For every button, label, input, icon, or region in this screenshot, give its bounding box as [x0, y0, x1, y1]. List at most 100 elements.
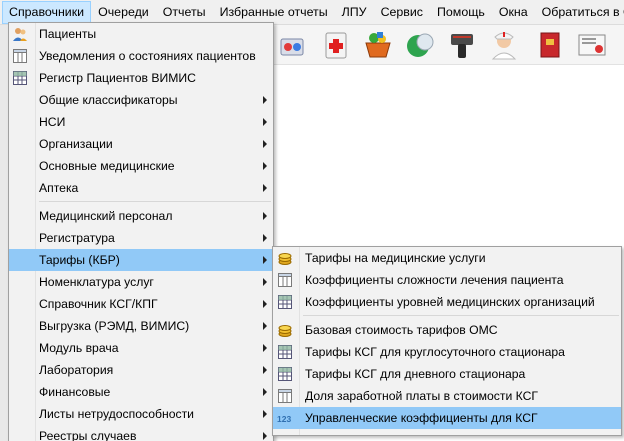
menu-item-label: Уведомления о состояниях пациентов — [39, 49, 256, 63]
submenu-arrow-icon — [263, 278, 267, 286]
tarify-submenu: Тарифы на медицинские услуги Коэффициент… — [272, 246, 622, 436]
menu-item-spravochnik-ksg[interactable]: Справочник КСГ/КПГ — [9, 293, 273, 315]
submenu-item-label: Тарифы на медицинские услуги — [305, 251, 486, 265]
submenu-item-label: Коэффициенты уровней медицинских организ… — [305, 295, 595, 309]
coins-icon — [278, 253, 292, 265]
menu-item-laboratoriya[interactable]: Лаборатория — [9, 359, 273, 381]
menu-item-patsienty[interactable]: Пациенты — [9, 23, 273, 45]
menu-obratitsya[interactable]: Обратиться в ОС — [535, 1, 624, 24]
menu-item-organizatsii[interactable]: Организации — [9, 133, 273, 155]
patients-icon — [13, 28, 27, 41]
menu-lpu[interactable]: ЛПУ — [335, 1, 374, 24]
red-book-icon[interactable] — [534, 29, 566, 61]
first-aid-icon[interactable] — [320, 29, 352, 61]
numbers-icon: 123 — [277, 414, 291, 424]
submenu-item-koeff-urovney[interactable]: Коэффициенты уровней медицинских организ… — [273, 291, 621, 313]
submenu-arrow-icon — [263, 344, 267, 352]
submenu-item-tarify-ksg-dnevnoy[interactable]: Тарифы КСГ для дневного стационара — [273, 363, 621, 385]
submenu-item-bazovaya-stoimost[interactable]: Базовая стоимость тарифов ОМС — [273, 319, 621, 341]
submenu-arrow-icon — [263, 140, 267, 148]
menu-item-label: Регистр Пациентов ВИМИС — [39, 71, 196, 85]
menu-item-label: Выгрузка (РЭМД, ВИМИС) — [39, 319, 190, 333]
menu-item-label: Аптека — [39, 181, 79, 195]
menu-spravochniki[interactable]: Справочники — [2, 0, 92, 24]
nurse-icon[interactable] — [488, 29, 520, 61]
menu-ocheredi[interactable]: Очереди — [91, 1, 156, 24]
numbers-icon-text: 123 — [277, 414, 291, 424]
menu-item-nomenklatura-uslug[interactable]: Номенклатура услуг — [9, 271, 273, 293]
menu-item-label: Общие классификаторы — [39, 93, 178, 107]
submenu-item-label: Тарифы КСГ для круглосуточного стационар… — [305, 345, 565, 359]
menu-item-label: Модуль врача — [39, 341, 119, 355]
submenu-item-label: Тарифы КСГ для дневного стационара — [305, 367, 526, 381]
grid-icon — [278, 345, 292, 359]
submenu-arrow-icon — [263, 234, 267, 242]
menu-item-label: Организации — [39, 137, 113, 151]
submenu-arrow-icon — [263, 410, 267, 418]
menu-item-label: Тарифы (КБР) — [39, 253, 120, 267]
submenu-arrow-icon — [263, 322, 267, 330]
menu-pomosch[interactable]: Помощь — [430, 1, 492, 24]
barcode-scanner-icon[interactable] — [446, 29, 478, 61]
menu-item-uvedomleniya[interactable]: Уведомления о состояниях пациентов — [9, 45, 273, 67]
menu-item-registratura[interactable]: Регистратура — [9, 227, 273, 249]
capsule-icon[interactable] — [404, 29, 436, 61]
menu-otchety[interactable]: Отчеты — [156, 1, 213, 24]
menu-item-label: Реестры случаев — [39, 429, 137, 441]
menu-item-label: Номенклатура услуг — [39, 275, 154, 289]
menu-item-label: Основные медицинские — [39, 159, 175, 173]
grid-icon — [278, 295, 292, 309]
submenu-item-dolya-zarplaty[interactable]: Доля заработной платы в стоимости КСГ — [273, 385, 621, 407]
submenu-arrow-icon — [263, 432, 267, 440]
menu-item-registr-vimis[interactable]: Регистр Пациентов ВИМИС — [9, 67, 273, 89]
submenu-item-label: Управленческие коэффициенты для КСГ — [305, 411, 538, 425]
menu-item-reestry-sluchaev[interactable]: Реестры случаев — [9, 425, 273, 441]
menu-izbrannye-otchety[interactable]: Избранные отчеты — [213, 1, 335, 24]
menu-item-label: Финансовые — [39, 385, 111, 399]
menu-item-finansovye[interactable]: Финансовые — [9, 381, 273, 403]
submenu-arrow-icon — [263, 212, 267, 220]
medicine-basket-icon[interactable] — [362, 29, 394, 61]
table-icon — [278, 273, 292, 287]
menu-item-tarify-kbr[interactable]: Тарифы (КБР) — [9, 249, 273, 271]
submenu-arrow-icon — [263, 366, 267, 374]
grid-icon — [278, 367, 292, 381]
menu-item-modul-vracha[interactable]: Модуль врача — [9, 337, 273, 359]
grid-icon — [13, 71, 27, 85]
menu-item-meditsinskiy-personal[interactable]: Медицинский персонал — [9, 205, 273, 227]
submenu-arrow-icon — [263, 388, 267, 396]
submenu-item-label: Доля заработной платы в стоимости КСГ — [305, 389, 539, 403]
menu-okna[interactable]: Окна — [492, 1, 535, 24]
submenu-item-tarify-ksg-kruglosutochnyy[interactable]: Тарифы КСГ для круглосуточного стационар… — [273, 341, 621, 363]
menu-item-apteka[interactable]: Аптека — [9, 177, 273, 199]
menu-servis[interactable]: Сервис — [374, 1, 430, 24]
submenu-item-upravlencheskie-koeff[interactable]: 123 Управленческие коэффициенты для КСГ — [273, 407, 621, 429]
submenu-item-tarify-med-uslugi[interactable]: Тарифы на медицинские услуги — [273, 247, 621, 269]
submenu-arrow-icon — [263, 184, 267, 192]
submenu-arrow-icon — [263, 96, 267, 104]
menu-item-label: Медицинский персонал — [39, 209, 173, 223]
table-icon — [278, 389, 292, 403]
submenu-item-label: Базовая стоимость тарифов ОМС — [305, 323, 498, 337]
menu-item-label: Справочник КСГ/КПГ — [39, 297, 158, 311]
submenu-arrow-icon — [263, 256, 267, 264]
submenu-item-label: Коэффициенты сложности лечения пациента — [305, 273, 564, 287]
submenu-arrow-icon — [263, 118, 267, 126]
menu-item-label: Пациенты — [39, 27, 97, 41]
submenu-item-koeff-slozhnosti[interactable]: Коэффициенты сложности лечения пациента — [273, 269, 621, 291]
certificate-icon[interactable] — [576, 29, 608, 61]
menu-item-label: Листы нетрудоспособности — [39, 407, 194, 421]
menu-item-osnovnye-meditsinskie[interactable]: Основные медицинские — [9, 155, 273, 177]
menu-item-listy-netrudosposobnosti[interactable]: Листы нетрудоспособности — [9, 403, 273, 425]
menu-separator — [39, 201, 271, 202]
coins-icon — [278, 325, 292, 337]
menu-item-vygruzka[interactable]: Выгрузка (РЭМД, ВИМИС) — [9, 315, 273, 337]
menu-item-obshchie-klassifikatory[interactable]: Общие классификаторы — [9, 89, 273, 111]
menu-item-label: НСИ — [39, 115, 66, 129]
menu-item-label: Лаборатория — [39, 363, 114, 377]
spravochniki-dropdown: Пациенты Уведомления о состояниях пациен… — [8, 22, 274, 441]
table-icon — [13, 49, 27, 63]
menu-item-nsi[interactable]: НСИ — [9, 111, 273, 133]
pills-icon[interactable] — [278, 29, 310, 61]
menu-item-label: Регистратура — [39, 231, 115, 245]
